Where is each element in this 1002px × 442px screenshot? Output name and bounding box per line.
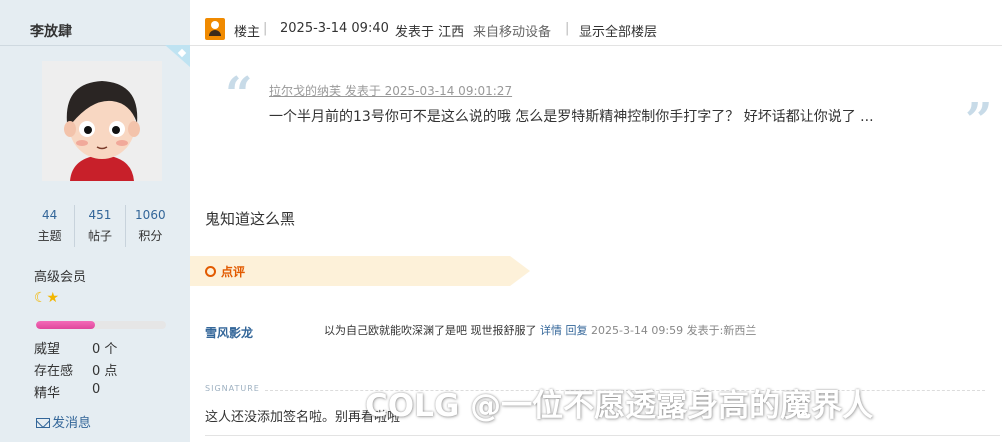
send-message-link[interactable]: 发消息 <box>36 412 91 431</box>
thread-owner-icon <box>205 18 225 40</box>
stat-posts-value: 451 <box>88 208 112 222</box>
meta-presence-label: 存在感 <box>34 364 74 379</box>
quote-close-icon: ” <box>965 93 993 149</box>
comment-row: 以为自己欧就能吹深渊了是吧 现世报舒服了 详情 回复 2025-3-14 09:… <box>324 322 756 338</box>
meta-prestige-value: 0 个 <box>92 342 118 357</box>
author-stats: 44 主题 451 帖子 1060 积分 <box>25 205 175 247</box>
avatar[interactable] <box>42 61 162 181</box>
stat-topics[interactable]: 44 主题 <box>25 205 76 247</box>
envelope-icon <box>36 418 50 428</box>
post-datetime: 2025-3-14 09:40 <box>280 21 389 36</box>
author-sidebar: 李放肆 44 主题 451 帖子 1060 积分 高级会员 ☾★ 威望 0 个 … <box>0 0 190 442</box>
rating-label: 点评 <box>221 265 246 279</box>
header-divider: | <box>565 21 570 36</box>
level-progress-fill <box>36 321 95 329</box>
post-body: 鬼知道这么黑 <box>205 210 296 228</box>
meta-prestige: 威望 0 个 <box>34 338 117 357</box>
meta-presence: 存在感 0 点 <box>34 360 117 379</box>
meta-digest: 精华 0 <box>34 382 100 401</box>
meta-presence-value: 0 点 <box>92 364 118 379</box>
quote-open-icon: “ <box>225 67 253 123</box>
stat-topics-label: 主题 <box>37 229 62 243</box>
stat-points[interactable]: 1060 积分 <box>126 205 175 247</box>
meta-prestige-label: 威望 <box>34 342 61 357</box>
comment-reply-link[interactable]: 回复 <box>566 324 588 337</box>
stat-posts[interactable]: 451 帖子 <box>75 205 126 247</box>
quote-author-link[interactable]: 拉尔戈的纳芙 发表于 2025-03-14 09:01:27 <box>269 82 512 99</box>
comment-detail-link[interactable]: 详情 <box>540 324 562 337</box>
stat-posts-label: 帖子 <box>87 229 112 243</box>
comment-user-link[interactable]: 雪风影龙 <box>205 324 253 341</box>
post-header: 楼主 | 2025-3-14 09:40 发表于 江西 来自移动设备 | 显示全… <box>190 12 1002 46</box>
watermark: COLG @一位不愿透露身高的魔界人 <box>365 388 874 424</box>
rating-ring-icon <box>205 266 216 277</box>
comment-location: 发表于:新西兰 <box>686 324 757 337</box>
quote-block: “ 拉尔戈的纳芙 发表于 2025-03-14 09:01:27 一个半月前的1… <box>225 67 995 145</box>
stat-topics-value: 44 <box>42 208 58 222</box>
show-all-floors-link[interactable]: 显示全部楼层 <box>579 21 657 40</box>
comment-time: 2025-3-14 09:59 <box>591 324 684 337</box>
rating-tab: 点评 <box>190 256 530 286</box>
meta-digest-value: 0 <box>92 382 101 397</box>
send-message-label: 发消息 <box>52 416 92 431</box>
stat-points-value: 1060 <box>135 208 166 222</box>
meta-digest-label: 精华 <box>34 386 61 401</box>
rank-stars-icon: ☾★ <box>34 290 60 306</box>
owner-badge: 楼主 <box>234 25 261 40</box>
online-status-icon <box>165 45 190 67</box>
user-group[interactable]: 高级会员 <box>34 266 86 285</box>
author-name[interactable]: 李放肆 <box>0 12 190 46</box>
post-bottom-divider <box>205 435 1000 436</box>
post-device: 来自移动设备 <box>473 25 552 40</box>
post-content: 楼主 | 2025-3-14 09:40 发表于 江西 来自移动设备 | 显示全… <box>190 0 1002 442</box>
signature-label: SIGNATURE <box>205 384 264 393</box>
header-divider: | <box>263 21 268 36</box>
level-progress-bar <box>36 321 166 329</box>
comment-text: 以为自己欧就能吹深渊了是吧 现世报舒服了 <box>324 324 537 337</box>
stat-points-label: 积分 <box>138 229 163 243</box>
quote-text: 一个半月前的13号你可不是这么说的哦 怎么是罗特斯精神控制你手打字了？ 好坏话都… <box>269 109 874 125</box>
post-location: 发表于 江西 <box>395 25 465 40</box>
